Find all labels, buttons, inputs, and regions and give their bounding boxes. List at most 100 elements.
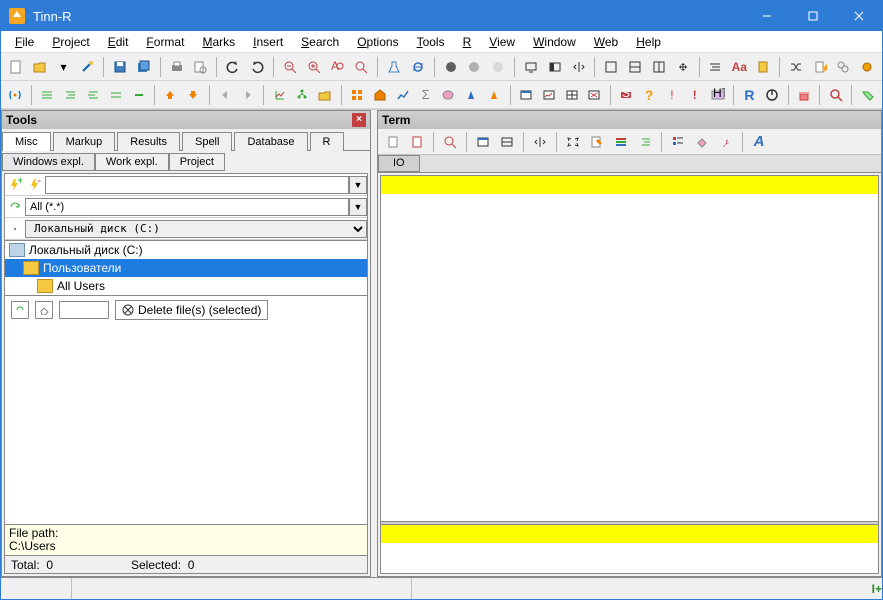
term-rainbow-icon[interactable] bbox=[610, 131, 632, 153]
panel-a-icon[interactable] bbox=[600, 56, 622, 78]
tab-misc[interactable]: Misc bbox=[2, 132, 51, 151]
open-folder-icon[interactable] bbox=[29, 56, 51, 78]
monitor-icon[interactable] bbox=[520, 56, 542, 78]
marker-orange-icon[interactable] bbox=[484, 84, 505, 106]
window-icon[interactable] bbox=[516, 84, 537, 106]
menu-tools[interactable]: Tools bbox=[409, 33, 453, 51]
term-input-line-top[interactable] bbox=[381, 176, 878, 194]
file-filter-input[interactable] bbox=[59, 301, 109, 319]
term-pin-icon[interactable] bbox=[715, 131, 737, 153]
menu-marks[interactable]: Marks bbox=[194, 33, 243, 51]
stop-icon[interactable]: STOP bbox=[616, 84, 637, 106]
menu-r[interactable]: R bbox=[455, 33, 480, 51]
outdent-icon[interactable] bbox=[82, 84, 103, 106]
window-grid-icon[interactable] bbox=[561, 84, 582, 106]
menu-view[interactable]: View bbox=[481, 33, 523, 51]
menu-project[interactable]: Project bbox=[44, 33, 97, 51]
redo-icon[interactable] bbox=[246, 56, 268, 78]
indent-green-icon[interactable] bbox=[60, 84, 81, 106]
minimize-button[interactable] bbox=[744, 1, 790, 31]
prev-gray-icon[interactable] bbox=[215, 84, 236, 106]
term-eraser-icon[interactable] bbox=[691, 131, 713, 153]
search-icon[interactable] bbox=[350, 56, 372, 78]
term-expand-icon[interactable] bbox=[562, 131, 584, 153]
dropdown-icon[interactable]: ▾ bbox=[53, 56, 75, 78]
flask-icon[interactable] bbox=[383, 56, 405, 78]
gift-icon[interactable] bbox=[794, 84, 815, 106]
r-logo-icon[interactable]: R bbox=[739, 84, 760, 106]
shuffle-icon[interactable] bbox=[785, 56, 807, 78]
tab-database[interactable]: Database bbox=[234, 132, 307, 151]
delete-files-button[interactable]: Delete file(s) (selected) bbox=[115, 300, 268, 320]
power-icon[interactable] bbox=[762, 84, 783, 106]
list-indent-icon[interactable] bbox=[705, 56, 727, 78]
term-doc-red-icon[interactable] bbox=[406, 131, 428, 153]
find-text-icon[interactable]: A bbox=[327, 56, 349, 78]
tab-markup[interactable]: Markup bbox=[53, 132, 116, 151]
term-indent-icon[interactable] bbox=[634, 131, 656, 153]
term-font-icon[interactable]: A bbox=[748, 131, 770, 153]
term-input-line-bottom[interactable] bbox=[381, 525, 878, 543]
arrows-icon[interactable] bbox=[672, 56, 694, 78]
bolt-minus-icon[interactable]: - bbox=[25, 178, 45, 192]
window-close-icon[interactable] bbox=[584, 84, 605, 106]
grid-orange-icon[interactable] bbox=[347, 84, 368, 106]
tree-node-allusers[interactable]: All Users bbox=[5, 277, 367, 295]
clipboard-icon[interactable] bbox=[752, 56, 774, 78]
tab-r[interactable]: R bbox=[310, 132, 344, 151]
subtab-windows-expl[interactable]: Windows expl. bbox=[2, 153, 95, 171]
close-button[interactable] bbox=[836, 1, 882, 31]
menu-file[interactable]: File bbox=[7, 33, 42, 51]
panel-b-icon[interactable] bbox=[624, 56, 646, 78]
tree-node-drive[interactable]: Локальный диск (C:) bbox=[5, 241, 367, 259]
panel-left-icon[interactable] bbox=[544, 56, 566, 78]
favorites-dropdown[interactable]: ▼ bbox=[349, 176, 367, 194]
term-doc-icon[interactable] bbox=[382, 131, 404, 153]
next-gray-icon[interactable] bbox=[237, 84, 258, 106]
wand-icon[interactable] bbox=[76, 56, 98, 78]
record-light-icon[interactable] bbox=[487, 56, 509, 78]
folder-open-icon[interactable] bbox=[315, 84, 336, 106]
term-search-icon[interactable] bbox=[439, 131, 461, 153]
tools-close-button[interactable]: × bbox=[352, 113, 366, 127]
house-icon[interactable] bbox=[370, 84, 391, 106]
filter-dropdown[interactable]: ▼ bbox=[349, 198, 367, 216]
broadcast-icon[interactable] bbox=[5, 84, 26, 106]
term-output-area[interactable] bbox=[381, 194, 878, 521]
save-icon[interactable] bbox=[109, 56, 131, 78]
lines-green-icon[interactable] bbox=[37, 84, 58, 106]
term-checklist-icon[interactable] bbox=[667, 131, 689, 153]
tree-node-users[interactable]: Пользователи bbox=[5, 259, 367, 277]
list-eq-icon[interactable] bbox=[105, 84, 126, 106]
menu-web[interactable]: Web bbox=[586, 33, 626, 51]
term-edit-icon[interactable] bbox=[586, 131, 608, 153]
record-dark-icon[interactable] bbox=[440, 56, 462, 78]
subtab-project[interactable]: Project bbox=[169, 153, 225, 171]
window-chart-icon[interactable] bbox=[538, 84, 559, 106]
new-file-icon[interactable] bbox=[5, 56, 27, 78]
save-all-icon[interactable] bbox=[133, 56, 155, 78]
refresh-small-icon[interactable] bbox=[5, 201, 25, 213]
split-vertical-icon[interactable] bbox=[568, 56, 590, 78]
warn-down-icon[interactable]: ! bbox=[662, 84, 683, 106]
zoom-out-icon[interactable] bbox=[279, 56, 301, 78]
menu-window[interactable]: Window bbox=[525, 33, 584, 51]
line-chart-icon[interactable] bbox=[392, 84, 413, 106]
maximize-button[interactable] bbox=[790, 1, 836, 31]
tab-spell[interactable]: Spell bbox=[182, 132, 232, 151]
bolt-plus-icon[interactable]: + bbox=[5, 178, 25, 192]
marker-blue-icon[interactable] bbox=[461, 84, 482, 106]
subtab-work-expl[interactable]: Work expl. bbox=[95, 153, 169, 171]
up-orange-icon[interactable] bbox=[160, 84, 181, 106]
filter-input[interactable] bbox=[25, 198, 349, 216]
tree-icon[interactable] bbox=[292, 84, 313, 106]
menu-options[interactable]: Options bbox=[349, 33, 406, 51]
palette-icon[interactable] bbox=[438, 84, 459, 106]
term-window-icon[interactable] bbox=[472, 131, 494, 153]
tags-icon[interactable] bbox=[857, 84, 878, 106]
search-red-icon[interactable] bbox=[825, 84, 846, 106]
gear-color-icon[interactable] bbox=[856, 56, 878, 78]
refresh-files-button[interactable] bbox=[11, 301, 29, 319]
doc-star-icon[interactable]: ★ bbox=[809, 56, 831, 78]
panel-c-icon[interactable] bbox=[648, 56, 670, 78]
